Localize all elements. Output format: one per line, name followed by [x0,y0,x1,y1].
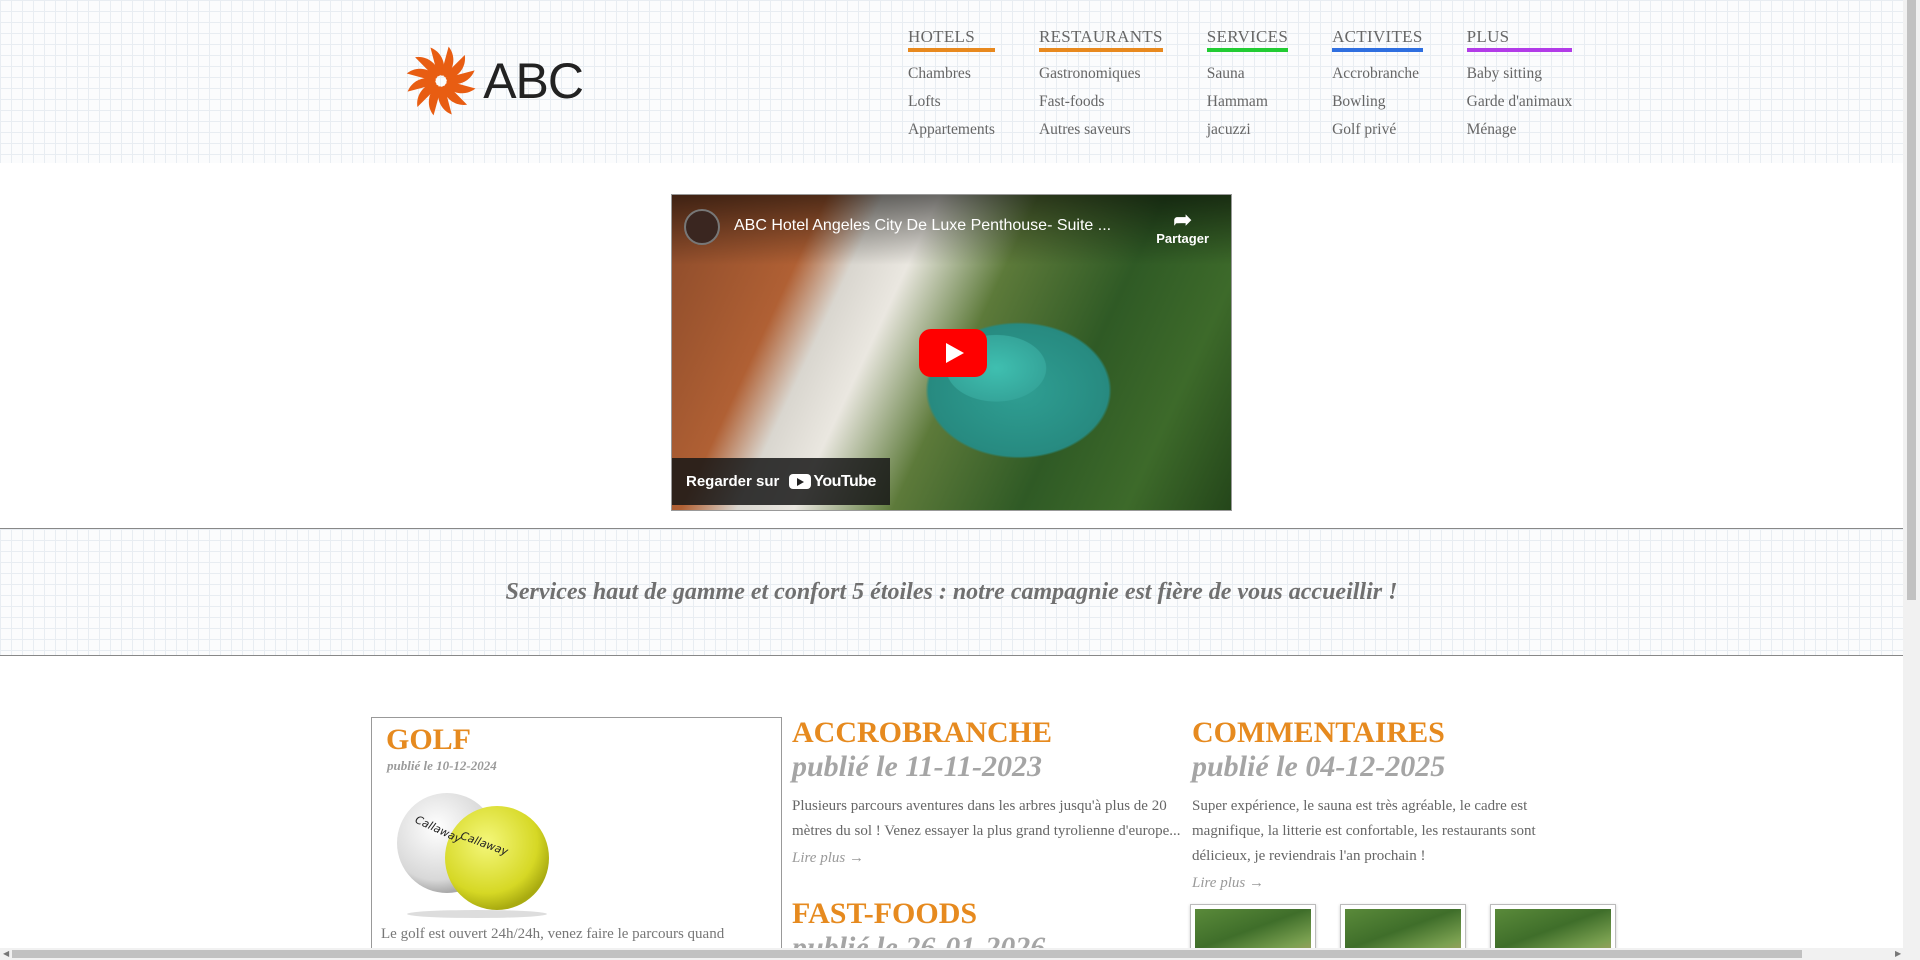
scroll-left-icon[interactable]: ◀ [3,949,9,958]
read-more-link[interactable]: Lire plus → [792,850,1182,867]
golf-balls-image: Callaway Callaway [397,793,549,918]
video-player[interactable]: ABC Hotel Angeles City De Luxe Penthouse… [671,194,1232,511]
horizontal-scrollbar-thumb[interactable] [12,950,1802,958]
nav-heading[interactable]: ACTIVITES [1332,27,1423,52]
nav-link[interactable]: Sauna [1207,60,1288,88]
nav-link[interactable]: Golf privé [1332,116,1423,144]
tagline-banner: Services haut de gamme et confort 5 étoi… [0,528,1903,656]
site-header: ABC HOTELS Chambres Lofts Appartements RESTA… [0,0,1903,163]
article-date: publié le 10-12-2024 [387,758,497,773]
youtube-logo: YouTube [789,473,876,491]
nav-heading[interactable]: HOTELS [908,27,995,52]
video-title[interactable]: ABC Hotel Angeles City De Luxe Penthouse… [734,217,1154,235]
nav-link[interactable]: Hammam [1207,88,1288,116]
tagline-text: Services haut de gamme et confort 5 étoi… [505,578,1398,605]
youtube-play-icon [789,474,812,489]
share-label: Partager [1156,231,1209,246]
nav-heading[interactable]: PLUS [1466,27,1573,52]
play-button[interactable] [919,329,987,377]
nav-link[interactable]: Bowling [1332,88,1423,116]
site-logo[interactable]: ABC [403,33,584,129]
nav-column-services: SERVICES Sauna Hammam jacuzzi [1206,27,1289,144]
article-excerpt: Plusieurs parcours aventures dans les ar… [792,798,1181,839]
channel-avatar[interactable] [684,209,720,245]
youtube-wordmark: YouTube [813,472,876,490]
horizontal-scrollbar[interactable]: ◀ ▶ [0,948,1920,960]
nav-column-activites: ACTIVITES Accrobranche Bowling Golf privé [1332,27,1423,144]
article-date: publié le 11-11-2023 [792,750,1042,783]
nav-link[interactable]: jacuzzi [1207,116,1288,144]
logo-icon [406,46,476,116]
article-accrobranche: ACCROBRANCHE publié le 11-11-2023 Plusie… [792,716,1182,867]
watch-on-youtube-button[interactable]: Regarder sur YouTube [672,458,890,505]
nav-link[interactable]: Fast-foods [1039,88,1163,116]
vertical-scrollbar[interactable] [1903,0,1920,960]
read-more-link[interactable]: Lire plus → [1192,875,1582,892]
nav-link[interactable]: Appartements [908,116,995,144]
scroll-right-icon[interactable]: ▶ [1895,949,1901,958]
nav-column-restaurants: RESTAURANTS Gastronomiques Fast-foods Autre… [1038,27,1163,144]
article-commentaires: COMMENTAIRES publié le 04-12-2025 Super … [1192,716,1582,892]
nav-link[interactable]: Baby sitting [1467,60,1573,88]
vertical-scrollbar-thumb[interactable] [1907,0,1916,600]
nav-column-plus: PLUS Baby sitting Garde d'animaux Ménage [1466,27,1573,144]
watch-label: Regarder sur [686,473,780,490]
nav-link[interactable]: Ménage [1467,116,1573,144]
article-excerpt: Le golf est ouvert 24h/24h, venez faire … [381,926,725,942]
nav-link[interactable]: Garde d'animaux [1467,88,1573,116]
nav-link[interactable]: Lofts [908,88,995,116]
article-title[interactable]: ACCROBRANCHE [792,716,1182,750]
nav-link[interactable]: Gastronomiques [1039,60,1163,88]
share-button[interactable]: ➦ Partager [1156,207,1209,247]
main-nav: HOTELS Chambres Lofts Appartements RESTAURAN… [908,27,1573,144]
nav-column-hotels: HOTELS Chambres Lofts Appartements [908,27,995,144]
article-golf: GOLF publié le 10-12-2024 Callaway Calla… [371,717,782,960]
brand-name: ABC [483,53,584,109]
article-title[interactable]: GOLF [386,723,471,757]
nav-link[interactable]: Autres saveurs [1039,116,1163,144]
nav-link[interactable]: Chambres [908,60,995,88]
article-title[interactable]: COMMENTAIRES [1192,716,1582,750]
article-date: publié le 04-12-2025 [1192,750,1446,783]
article-title-fastfoods[interactable]: FAST-FOODS [792,897,977,931]
nav-heading[interactable]: RESTAURANTS [1038,27,1163,52]
nav-heading[interactable]: SERVICES [1206,27,1289,52]
article-excerpt: Super expérience, le sauna est très agré… [1192,798,1536,864]
nav-link[interactable]: Accrobranche [1332,60,1423,88]
share-icon: ➦ [1173,207,1192,232]
